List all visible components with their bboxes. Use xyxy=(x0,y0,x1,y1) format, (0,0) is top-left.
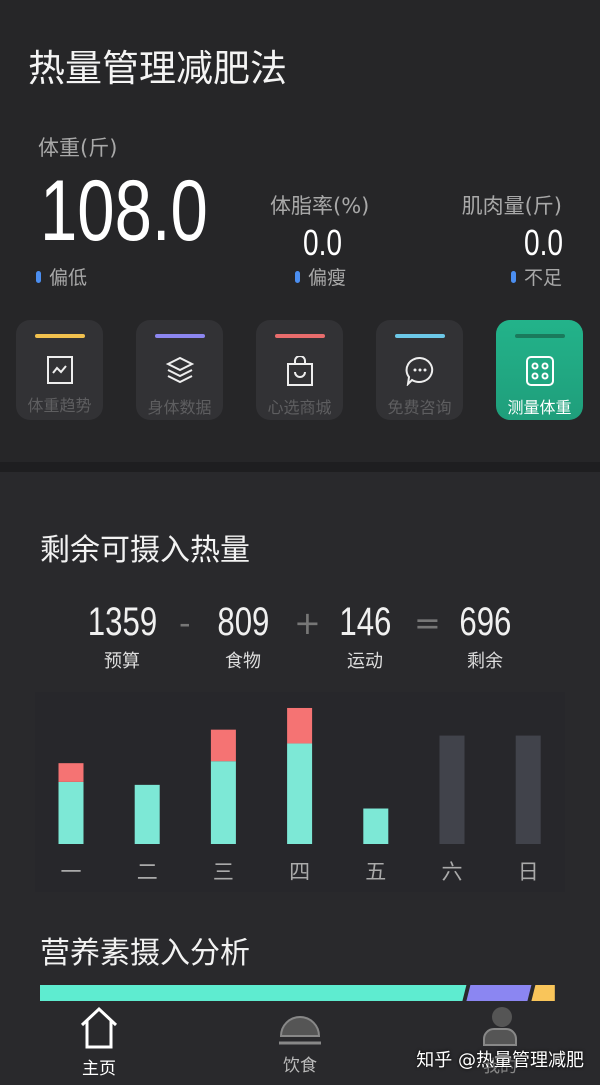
nav-food[interactable]: 饮食 xyxy=(255,1010,345,1076)
x-tick-label: 一 xyxy=(60,860,82,884)
nutrition-bar xyxy=(40,985,555,1001)
x-tick-label: 日 xyxy=(517,860,539,884)
bar-日-series-2 xyxy=(515,735,541,844)
bar-四-series-0 xyxy=(287,743,313,844)
food-cloche-icon xyxy=(279,1016,321,1045)
bar-六-series-2 xyxy=(439,735,465,844)
bar-三-series-1 xyxy=(210,729,236,762)
bar-一-series-0 xyxy=(58,781,84,844)
nav-label: 主页 xyxy=(82,1059,116,1079)
home-icon xyxy=(80,1006,118,1049)
bar-一-series-1 xyxy=(58,763,84,782)
nutrition-segment xyxy=(466,985,532,1001)
x-tick-label: 五 xyxy=(365,860,387,884)
bar-三-series-0 xyxy=(210,761,236,844)
bar-四-series-1 xyxy=(287,707,313,744)
bar-二-series-0 xyxy=(134,784,160,844)
x-tick-label: 二 xyxy=(136,860,158,884)
x-tick-label: 四 xyxy=(289,860,311,884)
x-tick-label: 三 xyxy=(212,860,234,884)
nutrition-title: 营养素摄入分析 xyxy=(40,936,250,971)
nutrition-segment xyxy=(40,985,467,1001)
bar-五-series-0 xyxy=(363,808,389,844)
nutrition-segment xyxy=(531,985,555,1001)
watermark: 知乎 @热量管理减肥 xyxy=(416,1050,584,1071)
x-tick-label: 六 xyxy=(441,860,463,884)
nav-home[interactable]: 主页 xyxy=(54,1005,144,1079)
weekly-calorie-chart xyxy=(58,707,541,844)
user-icon xyxy=(483,1007,517,1046)
nav-label: 饮食 xyxy=(283,1056,317,1076)
